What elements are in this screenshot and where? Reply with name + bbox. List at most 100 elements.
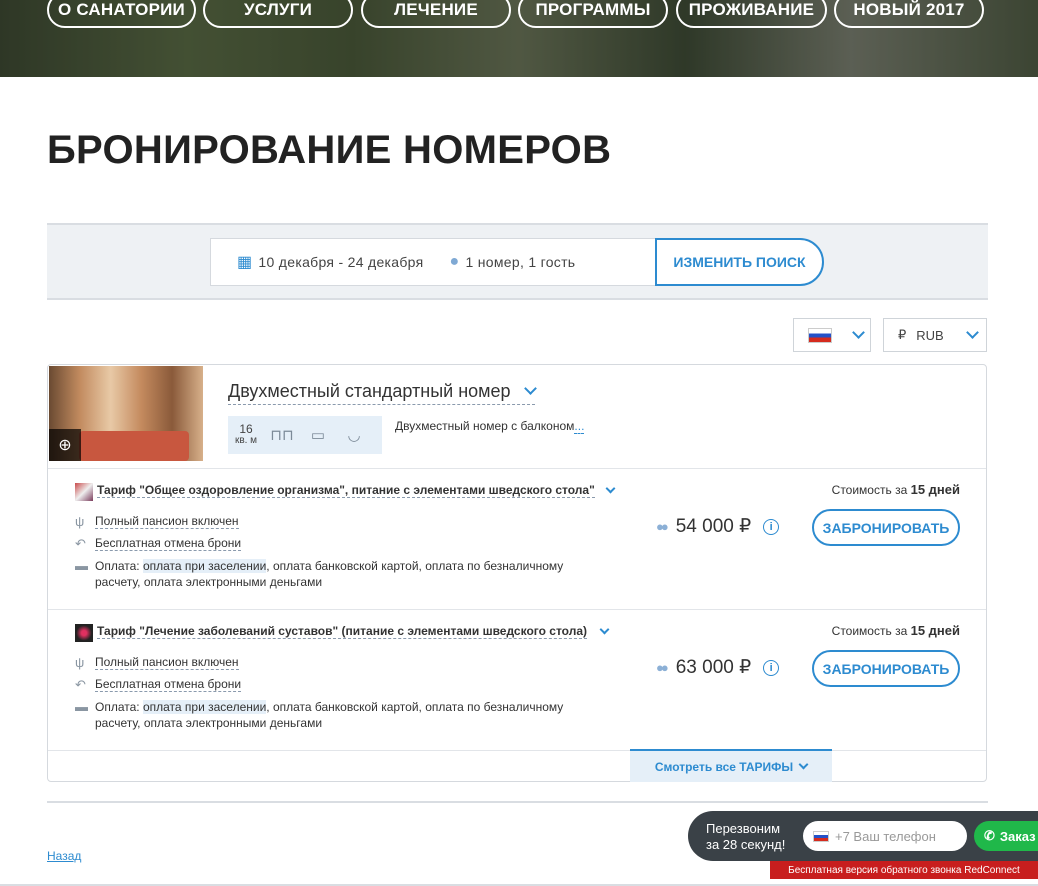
search-dates: 10 декабря - 24 декабря — [258, 254, 424, 270]
room-description: Двухместный номер с балконом... — [395, 419, 585, 434]
chevron-down-icon — [523, 382, 537, 395]
price-value: 54 000 ₽ — [675, 516, 752, 537]
room-title-text: Двухместный стандартный номер — [228, 381, 511, 401]
payment-prefix: Оплата: — [95, 700, 143, 714]
price-value: 63 000 ₽ — [675, 657, 752, 678]
tariff-image — [75, 624, 93, 642]
nav-item-treatment[interactable]: ЛЕЧЕНИЕ — [361, 0, 511, 28]
tariff-name-text: Тариф "Лечение заболеваний суставов" (пи… — [97, 624, 588, 638]
change-search-button[interactable]: ИЗМЕНИТЬ ПОИСК — [655, 238, 824, 286]
user-icon: ● — [449, 253, 460, 270]
callback-line1: Перезвоним — [706, 821, 781, 836]
callback-phone-input[interactable]: +7 Ваш телефон — [803, 821, 967, 851]
room-description-more-link[interactable]: ... — [574, 419, 585, 434]
tariff-cancel: ↶ Бесплатная отмена брони — [75, 677, 242, 693]
chevron-down-icon[interactable] — [605, 483, 616, 494]
payment-highlight: оплата при заселении — [142, 559, 267, 573]
currency-code: RUB — [916, 327, 944, 343]
cost-label-text: Стоимость за — [831, 624, 908, 638]
tariff-payment: ▬ Оплата: оплата при заселении, оплата б… — [75, 558, 563, 590]
payment-rest: , оплата банковской картой, оплата по бе… — [266, 700, 564, 714]
tariff-name[interactable]: Тариф "Общее оздоровление организма", пи… — [97, 483, 595, 498]
chevron-down-icon — [852, 326, 865, 339]
cost-label: Стоимость за 15 дней — [832, 482, 960, 497]
room-description-text: Двухместный номер с балконом — [395, 419, 575, 433]
search-guests: 1 номер, 1 гость — [465, 254, 576, 270]
callback-text: Перезвоним за 28 секунд! — [706, 821, 785, 853]
two-guests-icon: ●● — [656, 660, 669, 675]
tariffs-footer-divider — [48, 750, 986, 751]
cost-label: Стоимость за 15 дней — [832, 623, 960, 638]
tariff-name-text: Тариф "Общее оздоровление организма", пи… — [97, 483, 595, 497]
payment-line2: расчету, оплата электронными деньгами — [95, 716, 323, 730]
tariff-cancel: ↶ Бесплатная отмена брони — [75, 536, 242, 552]
chevron-down-icon — [798, 759, 809, 770]
tariff-cancel-text[interactable]: Бесплатная отмена брони — [95, 536, 242, 551]
calendar-icon: ▦ — [237, 254, 253, 271]
callback-order-button[interactable]: ✆ Заказ — [974, 821, 1038, 851]
russian-flag-icon — [808, 327, 832, 343]
tariff-meal: ψ Полный пансион включен — [75, 514, 239, 529]
room-area-value: 16 — [239, 422, 253, 436]
russian-flag-icon — [813, 830, 829, 842]
back-link[interactable]: Назад — [47, 849, 81, 863]
tv-icon: ▭ — [310, 427, 326, 444]
wallet-icon: ▬ — [75, 558, 88, 573]
tariff-image — [75, 483, 93, 501]
room-photo[interactable]: ⊕ — [49, 366, 203, 461]
search-summary[interactable]: ▦ 10 декабря - 24 декабря ● 1 номер, 1 г… — [210, 238, 656, 286]
room-title[interactable]: Двухместный стандартный номер — [228, 381, 537, 405]
see-all-tariffs-button[interactable]: Смотреть все ТАРИФЫ — [630, 749, 832, 782]
two-guests-icon: ●● — [656, 519, 669, 534]
payment-rest: , оплата банковской картой, оплата по бе… — [266, 559, 564, 573]
nav-item-new-2017[interactable]: НОВЫЙ 2017 — [834, 0, 984, 28]
fork-knife-icon: ψ — [75, 514, 85, 529]
chevron-down-icon — [965, 326, 979, 339]
page-title: БРОНИРОВАНИЕ НОМЕРОВ — [47, 128, 612, 172]
tariff-row: Тариф "Общее оздоровление организма", пи… — [48, 468, 986, 609]
nav-item-accommodation[interactable]: ПРОЖИВАНИЕ — [676, 0, 827, 28]
callback-placeholder: +7 Ваш телефон — [835, 828, 936, 844]
tariff-meal-text[interactable]: Полный пансион включен — [95, 514, 239, 529]
tariff-cancel-text[interactable]: Бесплатная отмена брони — [95, 677, 242, 692]
redconnect-banner[interactable]: Бесплатная версия обратного звонка RedCo… — [770, 861, 1038, 879]
cost-days: 15 дней — [910, 482, 960, 497]
ruble-symbol: ₽ — [898, 327, 907, 342]
fork-knife-icon: ψ — [75, 655, 85, 670]
undo-icon: ↶ — [75, 536, 86, 551]
tariff-meal-text[interactable]: Полный пансион включен — [95, 655, 239, 670]
search-bar: ▦ 10 декабря - 24 декабря ● 1 номер, 1 г… — [47, 223, 988, 300]
phone-icon: ✆ — [984, 828, 995, 843]
undo-icon: ↶ — [75, 677, 86, 692]
divider — [47, 801, 988, 803]
book-button[interactable]: ЗАБРОНИРОВАТЬ — [812, 509, 960, 546]
payment-highlight: оплата при заселении — [142, 700, 267, 714]
payment-prefix: Оплата: — [95, 559, 143, 573]
room-area-unit: кв. м — [234, 435, 258, 446]
see-all-tariffs-label: Смотреть все ТАРИФЫ — [654, 759, 794, 774]
room-features: 16 кв. м ⊓⊓ ▭ ◡ — [228, 416, 382, 454]
tariff-name[interactable]: Тариф "Лечение заболеваний суставов" (пи… — [97, 624, 588, 639]
zoom-icon[interactable]: ⊕ — [49, 429, 81, 461]
tariff-payment: ▬ Оплата: оплата при заселении, оплата б… — [75, 699, 563, 731]
room-card: ⊕ Двухместный стандартный номер 16 кв. м… — [47, 364, 987, 782]
wallet-icon: ▬ — [75, 699, 88, 714]
book-button[interactable]: ЗАБРОНИРОВАТЬ — [812, 650, 960, 687]
price: ●● 54 000 ₽ i — [656, 515, 780, 538]
info-icon[interactable]: i — [763, 518, 780, 535]
room-photo-bed — [79, 431, 189, 461]
nav-item-services[interactable]: УСЛУГИ — [203, 0, 353, 28]
nav-item-about[interactable]: О САНАТОРИИ — [47, 0, 196, 28]
currency-select[interactable]: ₽ RUB — [883, 318, 987, 352]
payment-line2: расчету, оплата электронными деньгами — [95, 575, 323, 589]
tariff-row: Тариф "Лечение заболеваний суставов" (пи… — [48, 609, 986, 750]
nav-item-programs[interactable]: ПРОГРАММЫ — [518, 0, 668, 28]
language-select[interactable] — [793, 318, 871, 352]
info-icon[interactable]: i — [763, 659, 780, 676]
room-area: 16 кв. м — [228, 422, 264, 446]
callback-order-label: Заказ — [999, 828, 1036, 844]
chevron-down-icon[interactable] — [599, 624, 610, 635]
cost-label-text: Стоимость за — [831, 483, 908, 497]
beds-icon: ⊓⊓ — [270, 427, 294, 444]
callback-widget: Перезвоним за 28 секунд! +7 Ваш телефон … — [688, 811, 1038, 861]
